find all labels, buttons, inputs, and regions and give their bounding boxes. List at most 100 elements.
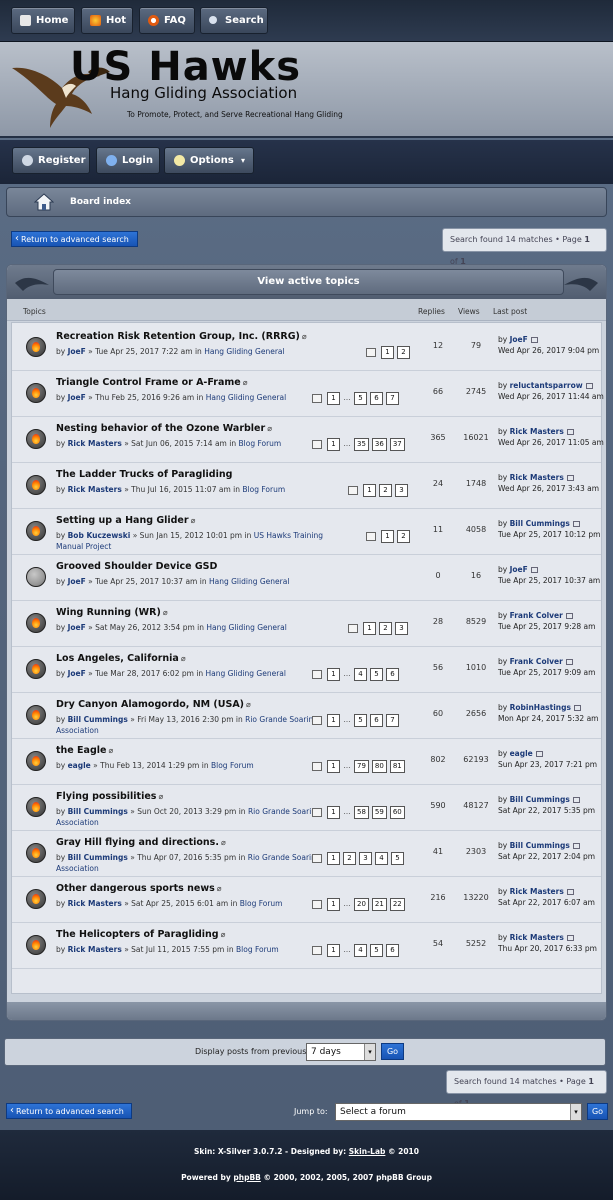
- page-link[interactable]: 4: [354, 667, 367, 681]
- page-link[interactable]: 2: [379, 483, 392, 497]
- topic-author-link[interactable]: Bob Kuczewski: [68, 531, 131, 540]
- topic-forum-link[interactable]: Blog Forum: [242, 485, 285, 494]
- topic-title-link[interactable]: Los Angeles, California: [56, 653, 179, 664]
- topic-author-link[interactable]: Rick Masters: [68, 945, 122, 954]
- page-link[interactable]: 7: [386, 391, 399, 405]
- page-link[interactable]: 3: [359, 851, 372, 865]
- page-link[interactable]: 4: [354, 943, 367, 957]
- last-post-author-link[interactable]: Frank Colver: [510, 611, 563, 620]
- page-link[interactable]: 37: [389, 437, 405, 451]
- last-post-author-link[interactable]: Rick Masters: [510, 887, 564, 896]
- page-link[interactable]: 5: [370, 667, 383, 681]
- page-link[interactable]: 1: [327, 759, 340, 773]
- page-link[interactable]: 3: [395, 621, 408, 635]
- topic-title-link[interactable]: Recreation Risk Retention Group, Inc. (R…: [56, 331, 300, 342]
- topic-author-link[interactable]: Rick Masters: [68, 899, 122, 908]
- last-post-author-link[interactable]: reluctantsparrow: [510, 381, 583, 390]
- topic-author-link[interactable]: eagle: [68, 761, 91, 770]
- options-button[interactable]: Options ▾: [164, 147, 254, 174]
- last-post-author-link[interactable]: Frank Colver: [510, 657, 563, 666]
- page-link[interactable]: 1: [327, 851, 340, 865]
- page-link[interactable]: 36: [371, 437, 387, 451]
- page-link[interactable]: 6: [386, 667, 399, 681]
- view-latest-post-icon[interactable]: [535, 751, 543, 757]
- page-link[interactable]: 1: [381, 345, 394, 359]
- last-post-author-link[interactable]: JoeF: [510, 335, 528, 344]
- last-post-author-link[interactable]: Rick Masters: [510, 933, 564, 942]
- topic-title-link[interactable]: The Ladder Trucks of Paragliding: [56, 469, 232, 480]
- view-latest-post-icon[interactable]: [530, 567, 538, 573]
- page-link[interactable]: 21: [371, 897, 387, 911]
- last-post-author-link[interactable]: Bill Cummings: [510, 519, 570, 528]
- nav-home-button[interactable]: Home: [11, 7, 75, 34]
- return-to-search-button-bottom[interactable]: Return to advanced search: [6, 1103, 132, 1119]
- view-latest-post-icon[interactable]: [566, 429, 574, 435]
- topic-forum-link[interactable]: Blog Forum: [236, 945, 279, 954]
- page-link[interactable]: 6: [370, 713, 383, 727]
- nav-faq-button[interactable]: FAQ: [139, 7, 195, 34]
- topic-author-link[interactable]: Bill Cummings: [68, 853, 128, 862]
- page-link[interactable]: 6: [370, 391, 383, 405]
- topic-forum-link[interactable]: Hang Gliding General: [206, 669, 286, 678]
- topic-forum-link[interactable]: Blog Forum: [211, 761, 254, 770]
- page-link[interactable]: 5: [354, 713, 367, 727]
- breadcrumb-board-index[interactable]: Board index: [70, 197, 131, 207]
- topic-author-link[interactable]: JoeF: [68, 347, 86, 356]
- last-post-author-link[interactable]: Rick Masters: [510, 473, 564, 482]
- view-latest-post-icon[interactable]: [572, 797, 580, 803]
- page-link[interactable]: 5: [391, 851, 404, 865]
- view-latest-post-icon[interactable]: [566, 935, 574, 941]
- last-post-author-link[interactable]: Bill Cummings: [510, 841, 570, 850]
- jump-go-button[interactable]: Go: [587, 1103, 608, 1120]
- view-latest-post-icon[interactable]: [573, 705, 581, 711]
- topic-title-link[interactable]: Grooved Shoulder Device GSD: [56, 561, 217, 572]
- page-link[interactable]: 2: [397, 529, 410, 543]
- register-button[interactable]: Register: [12, 147, 90, 174]
- page-link[interactable]: 1: [327, 897, 340, 911]
- page-link[interactable]: 2: [397, 345, 410, 359]
- page-link[interactable]: 1: [381, 529, 394, 543]
- topic-author-link[interactable]: JoeF: [68, 623, 86, 632]
- page-link[interactable]: 22: [389, 897, 405, 911]
- topic-title-link[interactable]: Triangle Control Frame or A-Frame: [56, 377, 241, 388]
- view-latest-post-icon[interactable]: [565, 613, 573, 619]
- topic-forum-link[interactable]: Blog Forum: [239, 439, 282, 448]
- topic-author-link[interactable]: Bill Cummings: [68, 807, 128, 816]
- page-link[interactable]: 60: [389, 805, 405, 819]
- topic-title-link[interactable]: Dry Canyon Alamogordo, NM (USA): [56, 699, 244, 710]
- display-period-select[interactable]: 7 days ▾: [306, 1043, 376, 1061]
- return-to-search-button[interactable]: Return to advanced search: [11, 231, 138, 247]
- skin-lab-link[interactable]: Skin-Lab: [349, 1147, 386, 1156]
- nav-search-button[interactable]: Search: [200, 7, 268, 34]
- page-link[interactable]: 6: [386, 943, 399, 957]
- home-icon[interactable]: [34, 192, 54, 212]
- topic-title-link[interactable]: Setting up a Hang Glider: [56, 515, 189, 526]
- nav-hot-button[interactable]: Hot: [81, 7, 133, 34]
- last-post-author-link[interactable]: Bill Cummings: [510, 795, 570, 804]
- page-link[interactable]: 79: [354, 759, 369, 773]
- page-link[interactable]: 1: [327, 667, 340, 681]
- last-post-author-link[interactable]: RobinHastings: [510, 703, 571, 712]
- topic-title-link[interactable]: The Helicopters of Paragliding: [56, 929, 219, 940]
- topic-author-link[interactable]: JoeF: [68, 669, 86, 678]
- display-go-button[interactable]: Go: [381, 1043, 404, 1060]
- topic-forum-link[interactable]: Hang Gliding General: [206, 623, 286, 632]
- jump-forum-select[interactable]: Select a forum ▾: [335, 1103, 582, 1121]
- topic-title-link[interactable]: Wing Running (WR): [56, 607, 161, 618]
- topic-author-link[interactable]: Rick Masters: [68, 439, 122, 448]
- page-link[interactable]: 2: [379, 621, 392, 635]
- view-latest-post-icon[interactable]: [530, 337, 538, 343]
- topic-title-link[interactable]: the Eagle: [56, 745, 106, 756]
- page-link[interactable]: 80: [371, 759, 387, 773]
- page-link[interactable]: 35: [354, 437, 369, 451]
- topic-forum-link[interactable]: Hang Gliding General: [206, 393, 286, 402]
- page-link[interactable]: 4: [375, 851, 388, 865]
- page-link[interactable]: 1: [327, 437, 340, 451]
- phpbb-link[interactable]: phpBB: [233, 1173, 261, 1182]
- topic-title-link[interactable]: Nesting behavior of the Ozone Warbler: [56, 423, 265, 434]
- topic-author-link[interactable]: Rick Masters: [68, 485, 122, 494]
- page-link[interactable]: 1: [327, 943, 340, 957]
- last-post-author-link[interactable]: Rick Masters: [510, 427, 564, 436]
- page-link[interactable]: 7: [386, 713, 399, 727]
- topic-title-link[interactable]: Gray Hill flying and directions.: [56, 837, 219, 848]
